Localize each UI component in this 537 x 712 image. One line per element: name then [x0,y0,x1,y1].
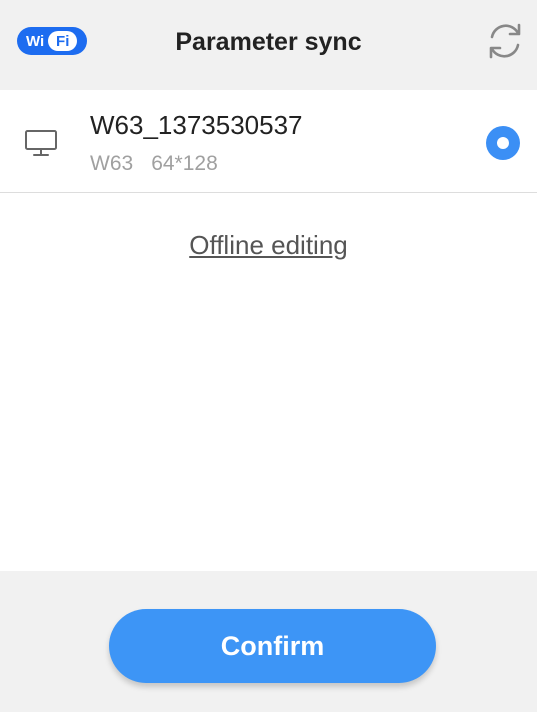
device-model: W63 [90,152,134,175]
refresh-icon [489,23,521,59]
device-resolution: 64*128 [151,152,218,175]
device-select-radio[interactable] [486,126,520,160]
device-list-item[interactable]: W63_1373530537 W63 64*128 [0,90,537,193]
screen: Wi Fi Parameter sync W63_1373530537 W63 … [0,0,537,712]
device-meta: W63 64*128 [90,152,218,176]
device-name: W63_1373530537 [90,110,303,140]
offline-editing-container: Offline editing [0,230,537,261]
header-bar: Wi Fi Parameter sync [0,0,537,90]
radio-selected-dot [497,137,509,149]
refresh-button[interactable] [482,18,528,64]
offline-editing-link[interactable]: Offline editing [189,230,348,260]
confirm-button[interactable]: Confirm [109,609,436,683]
page-title: Parameter sync [175,28,362,56]
monitor-icon [25,130,57,156]
footer-bar: Confirm [0,571,537,712]
